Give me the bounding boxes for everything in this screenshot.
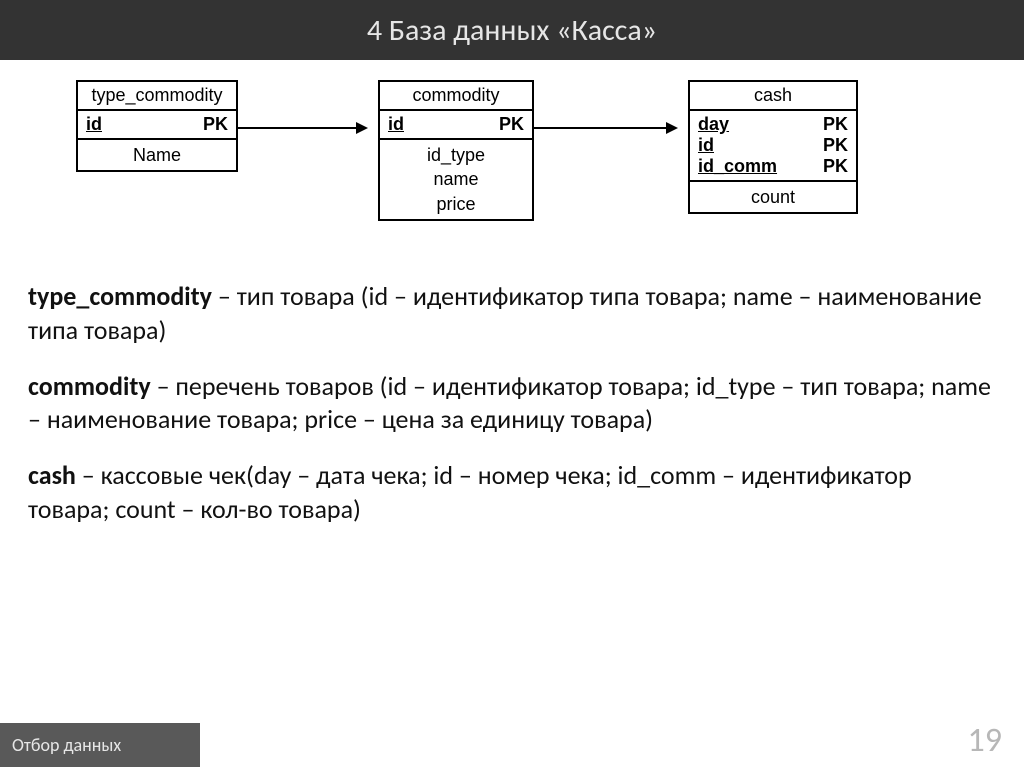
key-tag: PK [823,135,848,156]
table-cash: cash day PK id PK id_comm PK count [688,80,858,214]
table-fields: id_typenameprice [380,140,532,219]
table-keys: id PK [380,111,532,140]
desc-term: commodity [28,370,151,402]
desc-text: – кассовые чек(day – дата чека; id – ном… [28,459,912,525]
desc-term: type_commodity [28,280,212,312]
table-type-commodity: type_commodity id PK Name [76,80,238,172]
key-row: id PK [86,114,228,135]
desc-text: – перечень товаров (id – идентификатор т… [28,370,991,436]
desc-type-commodity: type_commodity – тип товара (id – иденти… [28,280,996,348]
key-tag: PK [499,114,524,135]
desc-cash: cash – кассовые чек(day – дата чека; id … [28,459,996,527]
er-diagram: type_commodity id PK Name commodity id P… [0,70,1024,270]
description-block: type_commodity – тип товара (id – иденти… [0,270,1024,527]
footer-label: Отбор данных [0,723,200,767]
table-keys: id PK [78,111,236,140]
slide-title: 4 База данных «Касса» [0,0,1024,60]
table-fields: count [690,182,856,212]
key-tag: PK [823,114,848,135]
desc-term: cash [28,459,76,491]
key-row: id PK [388,114,524,135]
table-commodity: commodity id PK id_typenameprice [378,80,534,221]
page-number: 19 [968,720,1002,761]
key-tag: PK [823,156,848,177]
key-field: day [698,114,729,135]
desc-commodity: commodity – перечень товаров (id – идент… [28,370,996,438]
relation-arrow [534,127,676,129]
key-row: id PK [698,135,848,156]
table-fields: Name [78,140,236,170]
key-tag: PK [203,114,228,135]
table-name: commodity [380,82,532,111]
key-row: id_comm PK [698,156,848,177]
table-keys: day PK id PK id_comm PK [690,111,856,182]
key-field: id_comm [698,156,777,177]
key-field: id [698,135,714,156]
key-field: id [86,114,102,135]
relation-arrow [238,127,366,129]
table-name: type_commodity [78,82,236,111]
slide-title-text: 4 База данных «Касса» [367,12,657,49]
footer: Отбор данных 19 [0,712,1024,767]
key-field: id [388,114,404,135]
key-row: day PK [698,114,848,135]
table-name: cash [690,82,856,111]
